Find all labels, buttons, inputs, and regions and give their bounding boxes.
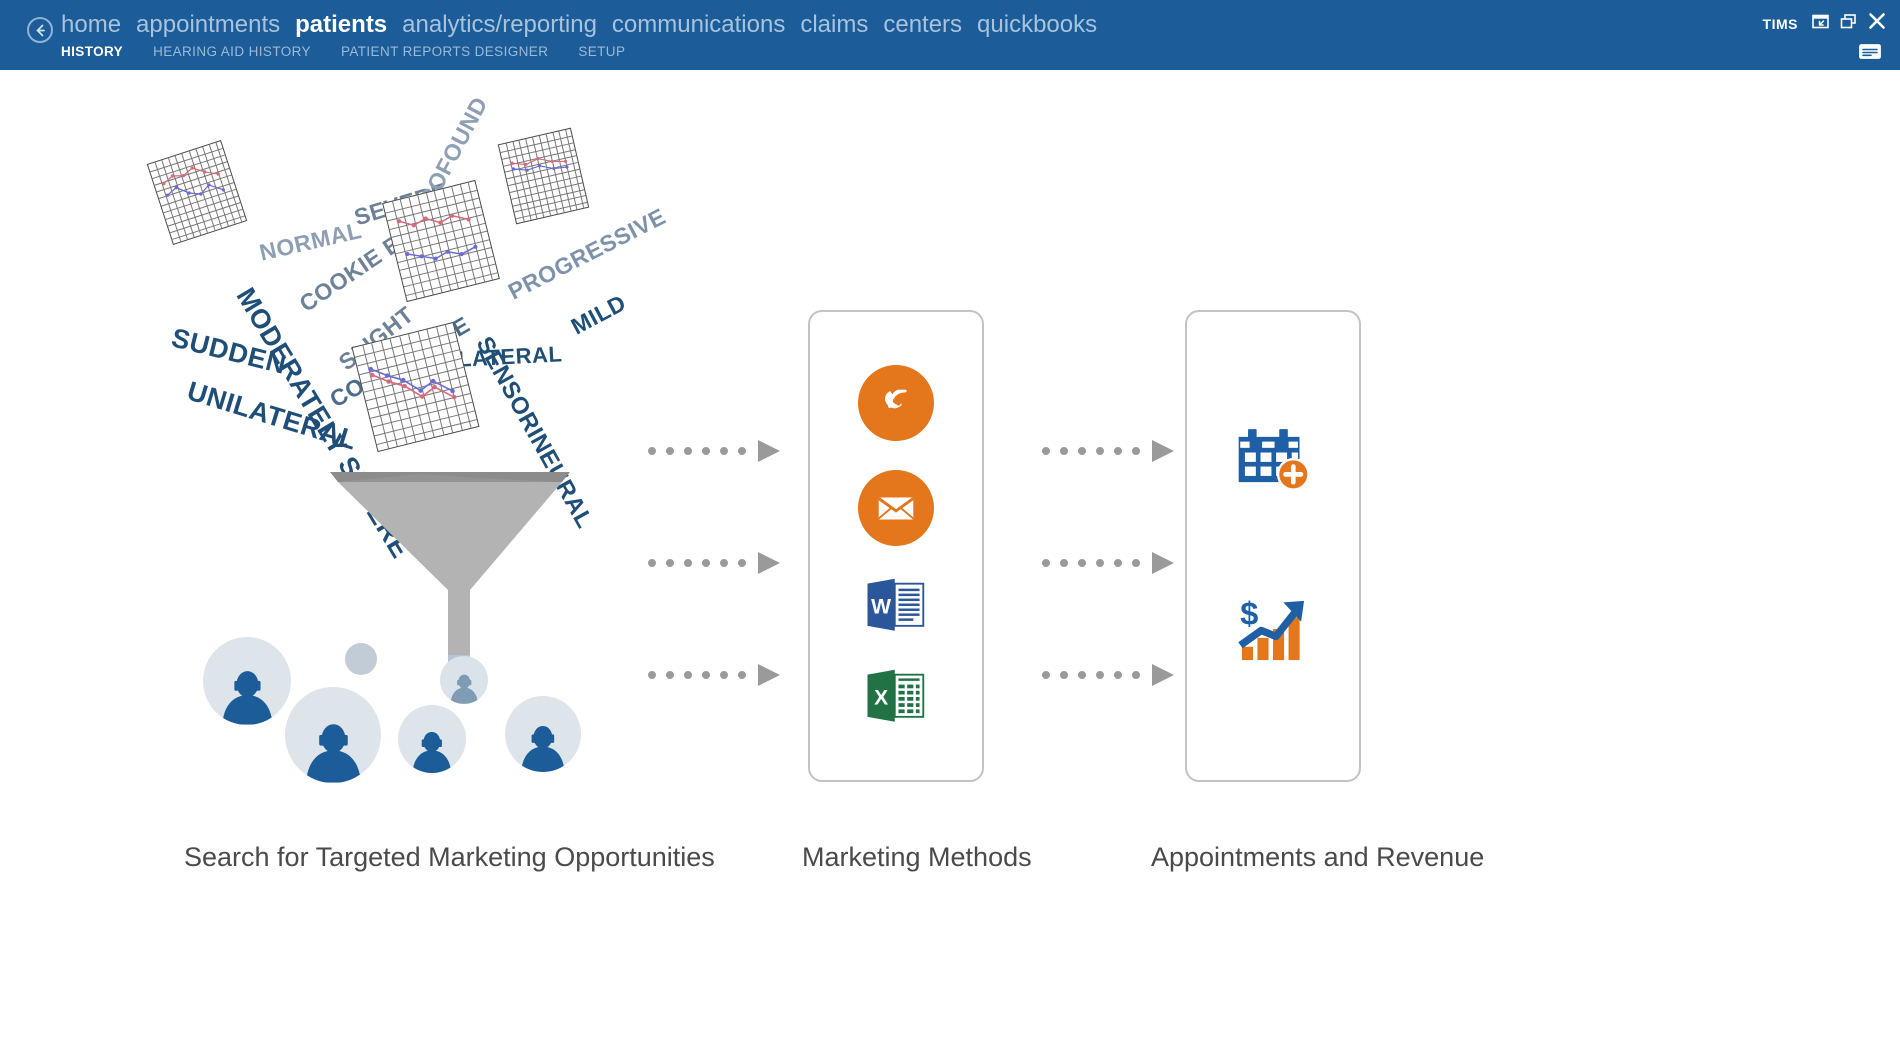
nav-item-appointments[interactable]: appointments [136,13,280,37]
arrow-dot [1078,559,1086,567]
arrow-dot [738,447,746,455]
subnav-item-hearing-aid-history[interactable]: HEARING AID HISTORY [153,45,311,59]
arrow-marketing-to-revenue [1042,664,1174,686]
arrow-dot [1114,447,1122,455]
primary-nav: home appointments patients analytics/report… [61,13,1097,37]
marketing-funnel-diagram: NORMALSEVEREPROFOUNDCOOKIE BITESLIGHTCON… [0,70,1900,1041]
nav-item-patients[interactable]: patients [295,13,387,37]
word-document-icon[interactable]: W [860,575,932,637]
arrow-dot [1042,447,1050,455]
arrow-dot [648,447,656,455]
caption-search: Search for Targeted Marketing Opportunit… [184,842,715,872]
arrow-dot [1132,559,1140,567]
arrow-dot [1096,671,1104,679]
arrow-dot [1096,447,1104,455]
arrow-dot [666,671,674,679]
app-header: home appointments patients analytics/report… [0,0,1900,70]
arrow-dot [720,447,728,455]
arrow-dot [1060,559,1068,567]
subnav-item-history[interactable]: HISTORY [61,45,123,59]
arrow-dot [1078,447,1086,455]
arrow-dot [1042,671,1050,679]
window-controls: TIMS [1763,12,1886,35]
arrow-head-icon [1152,552,1174,574]
svg-text:X: X [874,686,888,709]
email-icon[interactable] [858,469,934,546]
arrow-dot [702,671,710,679]
arrow-marketing-to-revenue [1042,552,1174,574]
arrow-head-icon [1152,664,1174,686]
nav-item-centers[interactable]: centers [883,13,962,37]
arrow-dot [738,671,746,679]
arrow-dot [666,559,674,567]
caption-marketing: Marketing Methods [802,842,1032,872]
svg-text:$: $ [1240,596,1258,632]
restore-window-icon[interactable] [1840,13,1857,35]
arrow-dot [648,671,656,679]
arrow-dot [720,559,728,567]
back-button[interactable] [27,17,53,43]
arrow-search-to-marketing [648,552,780,574]
phone-call-icon[interactable] [858,364,934,441]
svg-text:W: W [871,595,891,618]
arrow-head-icon [758,552,780,574]
arrow-dot [1060,671,1068,679]
arrow-dot [666,447,674,455]
avatar-5 [505,696,581,772]
bubble-dot-1 [345,643,377,675]
nav-item-home[interactable]: home [61,13,121,37]
avatar-2 [285,687,381,783]
subnav-item-patient-reports-designer[interactable]: PATIENT REPORTS DESIGNER [341,45,548,59]
audiogram-top-right [497,127,590,225]
arrow-search-to-marketing [648,664,780,686]
arrow-dot [702,559,710,567]
calendar-add-appointment-icon[interactable] [1231,426,1315,504]
caption-appointments: Appointments and Revenue [1151,842,1485,872]
arrow-dot [1132,671,1140,679]
back-arrow-icon [33,23,48,38]
arrow-dot [1060,447,1068,455]
arrow-dot [684,671,692,679]
nav-item-claims[interactable]: claims [800,13,868,37]
arrow-dot [1114,671,1122,679]
arrow-dot [1114,559,1122,567]
arrow-dot [1078,671,1086,679]
marketing-methods-panel: WX [808,310,984,782]
secondary-nav: HISTORY HEARING AID HISTORY PATIENT REPORT… [61,45,625,59]
arrow-head-icon [758,664,780,686]
nav-item-communications[interactable]: communications [612,13,785,37]
avatar-1 [203,637,291,725]
audiogram-center [382,179,500,303]
minimize-to-tray-icon[interactable] [1812,13,1829,35]
arrow-search-to-marketing [648,440,780,462]
avatar-4 [440,656,488,704]
arrow-dot [720,671,728,679]
icon-badge [858,364,934,441]
app-brand-label: TIMS [1762,15,1798,32]
arrow-marketing-to-revenue [1042,440,1174,462]
cloud-word-mild: MILD [566,289,631,340]
subnav-item-setup[interactable]: SETUP [578,45,625,59]
nav-item-quickbooks[interactable]: quickbooks [977,13,1097,37]
arrow-head-icon [1152,440,1174,462]
nav-item-analytics-reporting[interactable]: analytics/reporting [402,13,597,37]
arrow-dot [684,559,692,567]
arrow-head-icon [758,440,780,462]
keyboard-icon[interactable] [1859,44,1881,64]
arrow-dot [738,559,746,567]
arrow-dot [684,447,692,455]
arrow-dot [648,559,656,567]
revenue-growth-chart-icon[interactable]: $ [1231,592,1315,666]
arrow-dot [702,447,710,455]
excel-sheet-icon[interactable]: X [860,666,932,728]
arrow-dot [1096,559,1104,567]
icon-badge [858,469,934,546]
appointments-revenue-panel: $ [1185,310,1361,782]
close-icon[interactable] [1868,12,1886,35]
avatar-3 [398,705,466,773]
arrow-dot [1042,559,1050,567]
arrow-dot [1132,447,1140,455]
audiogram-top-left [146,140,248,245]
